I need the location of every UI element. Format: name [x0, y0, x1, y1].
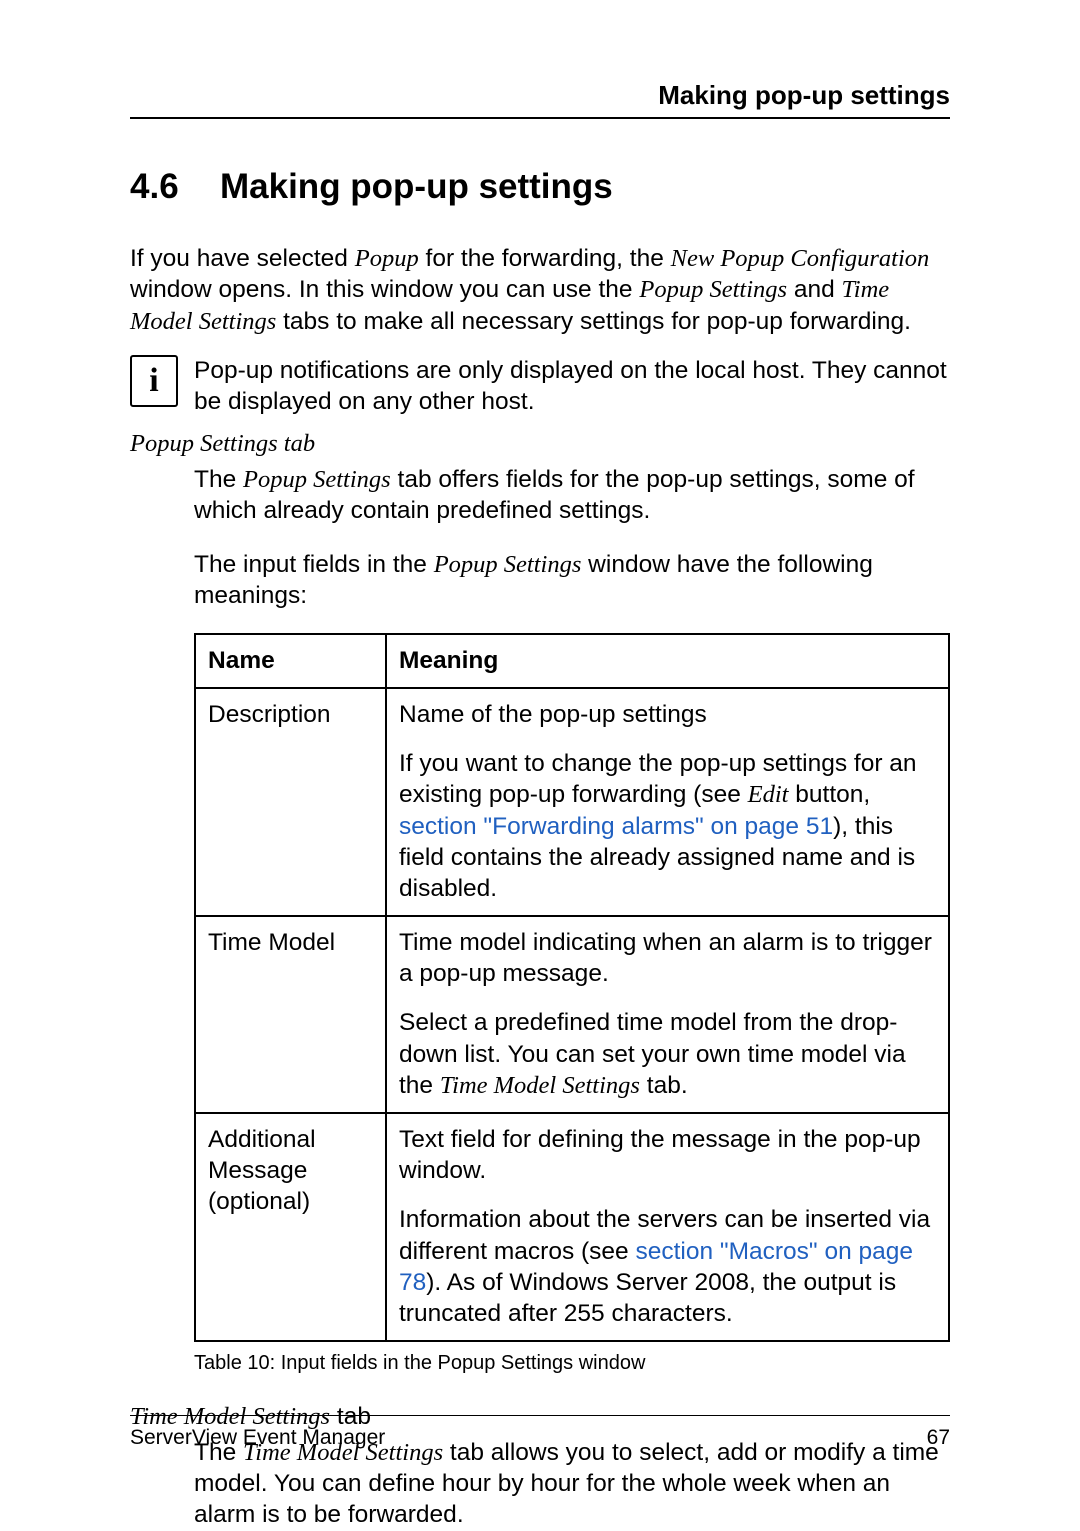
- popup-tab-p1-term: Popup Settings: [243, 466, 391, 493]
- info-note: i Pop-up notifications are only displaye…: [130, 355, 950, 418]
- intro-popup-term: Popup: [355, 245, 419, 272]
- row2-m2: Select a predefined time model from the …: [399, 1007, 936, 1101]
- col-header-meaning: Meaning: [386, 634, 949, 687]
- intro-text-2: for the forwarding, the: [419, 245, 671, 272]
- row1-m2-link[interactable]: section "Forwarding alarms" on page 51: [399, 813, 833, 840]
- row2-meaning: Time model indicating when an alarm is t…: [386, 916, 949, 1113]
- popup-tab-p2-term: Popup Settings: [434, 551, 582, 578]
- intro-text-4: and: [787, 276, 842, 303]
- intro-new-popup-config-term: New Popup Configuration: [671, 245, 930, 272]
- running-title: Making pop-up settings: [658, 80, 950, 110]
- table-row: Time Model Time model indicating when an…: [195, 916, 949, 1113]
- info-icon: i: [130, 355, 178, 407]
- row3-m1: Text field for defining the message in t…: [399, 1124, 936, 1187]
- intro-paragraph: If you have selected Popup for the forwa…: [130, 243, 950, 337]
- row3-m2: Information about the servers can be ins…: [399, 1204, 936, 1329]
- table-row: Description Name of the pop-up settings …: [195, 688, 949, 916]
- intro-popup-settings-term: Popup Settings: [639, 276, 787, 303]
- row1-m2: If you want to change the pop-up setting…: [399, 748, 936, 905]
- page-root: Making pop-up settings 4.6Making pop-up …: [0, 0, 1080, 1526]
- col-header-name: Name: [195, 634, 386, 687]
- info-note-text: Pop-up notifications are only displayed …: [194, 355, 950, 418]
- row1-name: Description: [195, 688, 386, 916]
- row2-m1: Time model indicating when an alarm is t…: [399, 927, 936, 990]
- row1-m2-b: button,: [788, 781, 870, 808]
- row2-m2-term: Time Model Settings: [440, 1072, 640, 1099]
- row1-m1: Name of the pop-up settings: [399, 699, 936, 730]
- row3-m2-b: ). As of Windows Server 2008, the output…: [399, 1269, 896, 1327]
- table-row: Additional Message (optional) Text field…: [195, 1113, 949, 1341]
- row1-m2-edit: Edit: [748, 781, 789, 808]
- row2-name: Time Model: [195, 916, 386, 1113]
- section-heading: 4.6Making pop-up settings: [130, 167, 950, 207]
- popup-tab-p2: The input fields in the Popup Settings w…: [194, 549, 950, 612]
- popup-fields-table: Name Meaning Description Name of the pop…: [194, 633, 950, 1341]
- intro-text-5: tabs to make all necessary settings for …: [276, 308, 911, 335]
- row1-meaning: Name of the pop-up settings If you want …: [386, 688, 949, 916]
- section-title-text: Making pop-up settings: [220, 167, 613, 206]
- running-header: Making pop-up settings: [130, 80, 950, 119]
- row3-meaning: Text field for defining the message in t…: [386, 1113, 949, 1341]
- intro-text-1: If you have selected: [130, 245, 355, 272]
- table-caption: Table 10: Input fields in the Popup Sett…: [194, 1352, 950, 1375]
- time-tab-p1: The Time Model Settings tab allows you t…: [194, 1437, 950, 1531]
- intro-text-3: window opens. In this window you can use…: [130, 276, 639, 303]
- popup-tab-p1: The Popup Settings tab offers fields for…: [194, 464, 950, 527]
- section-number: 4.6: [130, 167, 220, 207]
- footer-page-number: 67: [927, 1426, 950, 1450]
- popup-tab-p1-a: The: [194, 466, 243, 493]
- row2-m2-b: tab.: [640, 1072, 688, 1099]
- popup-settings-tab-heading: Popup Settings tab: [130, 430, 950, 458]
- row3-name: Additional Message (optional): [195, 1113, 386, 1341]
- popup-tab-block: The Popup Settings tab offers fields for…: [194, 464, 950, 1375]
- popup-tab-p2-a: The input fields in the: [194, 551, 434, 578]
- footer-left: ServerView Event Manager: [130, 1426, 385, 1450]
- time-tab-block: The Time Model Settings tab allows you t…: [194, 1437, 950, 1531]
- table-header-row: Name Meaning: [195, 634, 949, 687]
- page-footer: ServerView Event Manager 67: [130, 1415, 950, 1450]
